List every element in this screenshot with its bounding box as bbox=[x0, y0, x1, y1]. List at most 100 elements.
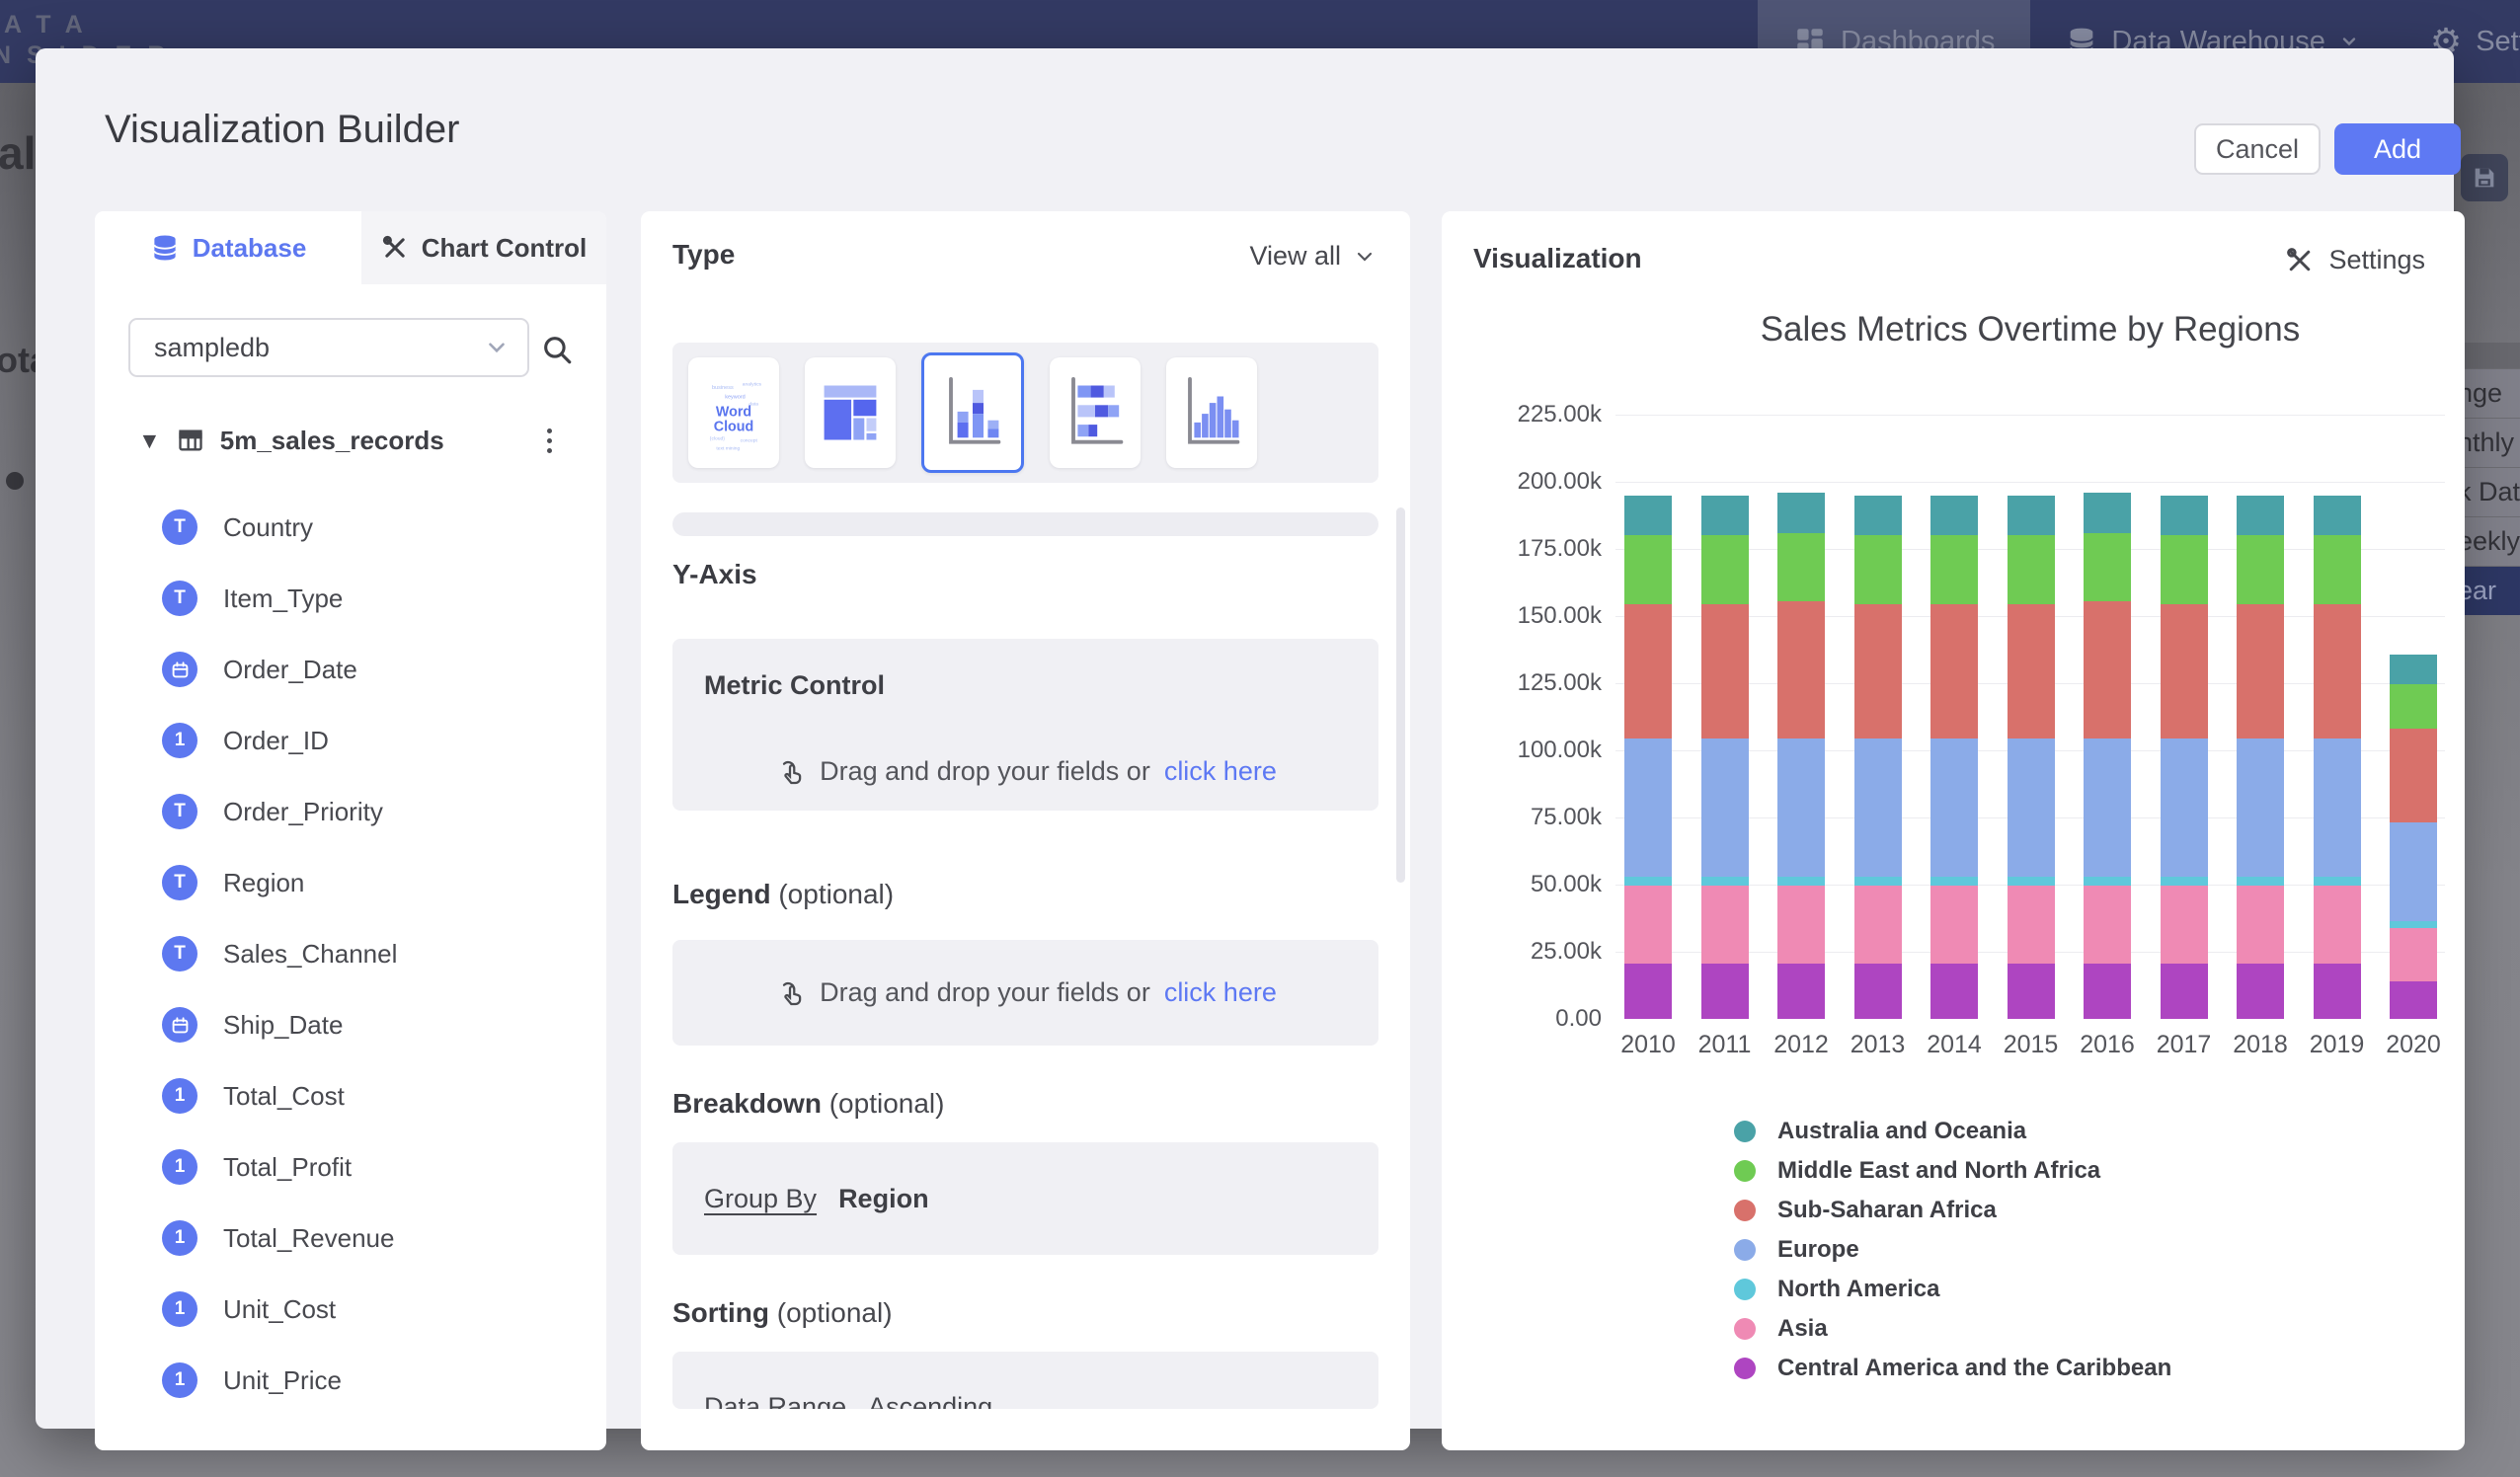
legend-item[interactable]: Australia and Oceania bbox=[1734, 1112, 2171, 1151]
legend-label: Central America and the Caribbean bbox=[1777, 1355, 2171, 1382]
chart-builder-panel: Type View all business analytics keyword… bbox=[641, 211, 1410, 1450]
bar-segment bbox=[2237, 877, 2284, 887]
bar-segment bbox=[2084, 964, 2131, 1019]
table-menu-button[interactable] bbox=[531, 421, 567, 460]
gridline bbox=[1615, 415, 2445, 416]
chart-type-histogram[interactable] bbox=[1166, 357, 1257, 468]
bar-segment bbox=[1701, 604, 1749, 738]
visualization-builder-modal: Visualization Builder Cancel Add Databas… bbox=[36, 48, 2454, 1429]
chart-type-word-cloud[interactable]: business analytics keyword data Word Clo… bbox=[688, 357, 779, 468]
database-select[interactable]: sampledb bbox=[128, 318, 529, 377]
bar-segment bbox=[1624, 877, 1672, 887]
bar-segment bbox=[1624, 535, 1672, 603]
legend-item[interactable]: North America bbox=[1734, 1270, 2171, 1309]
stacked-bar-2020 bbox=[2390, 655, 2437, 1019]
bar-segment bbox=[2008, 738, 2055, 877]
legend-item[interactable]: Sub-Saharan Africa bbox=[1734, 1191, 2171, 1230]
search-button[interactable] bbox=[535, 328, 579, 371]
legend-label: Europe bbox=[1777, 1236, 1859, 1264]
field-item-order_date[interactable]: Order_Date bbox=[95, 634, 606, 705]
sort-order-value: Ascending bbox=[868, 1392, 992, 1410]
cancel-button[interactable]: Cancel bbox=[2194, 123, 2321, 175]
bar-segment bbox=[2390, 655, 2437, 684]
bar-segment bbox=[2161, 964, 2208, 1019]
field-item-item_type[interactable]: TItem_Type bbox=[95, 563, 606, 634]
svg-text:business: business bbox=[712, 385, 734, 391]
field-label: Order_ID bbox=[223, 726, 329, 756]
bar-segment bbox=[2390, 822, 2437, 920]
tab-database[interactable]: Database bbox=[95, 211, 361, 284]
bar-segment bbox=[1854, 877, 1902, 887]
bar-segment bbox=[2390, 921, 2437, 928]
chart-type-stacked-bar[interactable] bbox=[1050, 357, 1141, 468]
field-item-order_id[interactable]: 1Order_ID bbox=[95, 705, 606, 776]
number-field-icon: 1 bbox=[162, 1078, 197, 1114]
settings-button[interactable]: Settings bbox=[2285, 245, 2425, 275]
breakdown-card[interactable]: Group By Region bbox=[672, 1142, 1378, 1255]
legend-label: Middle East and North Africa bbox=[1777, 1157, 2100, 1185]
field-item-sales_channel[interactable]: TSales_Channel bbox=[95, 918, 606, 989]
click-here-link[interactable]: click here bbox=[1164, 756, 1277, 787]
chart-type-treemap[interactable] bbox=[805, 357, 896, 468]
bar-segment bbox=[2008, 886, 2055, 964]
view-all-button[interactable]: View all bbox=[1249, 241, 1377, 272]
svg-text:Word: Word bbox=[716, 404, 751, 420]
x-axis-tick-label: 2019 bbox=[2298, 1031, 2377, 1059]
sorting-card[interactable]: Data Range Ascending bbox=[672, 1352, 1378, 1409]
field-label: Sales_Channel bbox=[223, 939, 397, 970]
stacked-bar-2012 bbox=[1777, 493, 1825, 1019]
legend-label: Australia and Oceania bbox=[1777, 1118, 2026, 1145]
legend-item[interactable]: Central America and the Caribbean bbox=[1734, 1349, 2171, 1388]
stacked-bar-2015 bbox=[2008, 496, 2055, 1019]
field-item-unit_price[interactable]: 1Unit_Price bbox=[95, 1345, 606, 1416]
text-field-icon: T bbox=[162, 865, 197, 900]
bar-segment bbox=[2390, 981, 2437, 1019]
field-item-total_cost[interactable]: 1Total_Cost bbox=[95, 1060, 606, 1131]
bar-segment bbox=[2161, 496, 2208, 536]
bar-segment bbox=[1701, 535, 1749, 603]
bar-segment bbox=[2314, 886, 2361, 964]
background-list-item-label: eekly bbox=[2458, 526, 2520, 557]
tab-chart-control[interactable]: Chart Control bbox=[361, 211, 606, 284]
bar-segment bbox=[2314, 738, 2361, 877]
bar-segment bbox=[2084, 877, 2131, 887]
search-icon bbox=[540, 333, 574, 366]
click-here-link[interactable]: click here bbox=[1164, 977, 1277, 1008]
data-range-link[interactable]: Data Range bbox=[704, 1392, 846, 1410]
bar-segment bbox=[1777, 877, 1825, 887]
chart-type-stacked-column[interactable] bbox=[921, 352, 1024, 473]
stacked-bar-2010 bbox=[1624, 496, 1672, 1019]
field-item-unit_cost[interactable]: 1Unit_Cost bbox=[95, 1274, 606, 1345]
legend-item[interactable]: Asia bbox=[1734, 1309, 2171, 1349]
tab-chart-control-label: Chart Control bbox=[422, 233, 588, 264]
table-tree-row[interactable]: ▼ 5m_sales_records bbox=[95, 415, 606, 466]
builder-scrollbar[interactable] bbox=[1396, 507, 1405, 883]
bar-segment bbox=[1854, 496, 1902, 536]
legend-dot bbox=[1734, 1358, 1756, 1379]
y-axis-tick-label: 200.00k bbox=[1477, 468, 1602, 496]
group-by-link[interactable]: Group By bbox=[704, 1184, 817, 1214]
legend-item[interactable]: Middle East and North Africa bbox=[1734, 1151, 2171, 1191]
legend-dropzone[interactable]: Drag and drop your fields or click here bbox=[672, 940, 1378, 1046]
y-axis-tick-label: 50.00k bbox=[1477, 871, 1602, 898]
caret-down-icon[interactable]: ▼ bbox=[138, 428, 161, 454]
metric-control-dropzone[interactable]: Metric Control Drag and drop your fields… bbox=[672, 639, 1378, 811]
bar-segment bbox=[2237, 604, 2284, 738]
field-item-total_profit[interactable]: 1Total_Profit bbox=[95, 1131, 606, 1203]
bar-segment bbox=[2237, 535, 2284, 603]
field-item-region[interactable]: TRegion bbox=[95, 847, 606, 918]
field-item-ship_date[interactable]: Ship_Date bbox=[95, 989, 606, 1060]
add-button[interactable]: Add bbox=[2334, 123, 2461, 175]
field-item-country[interactable]: TCountry bbox=[95, 492, 606, 563]
field-item-total_revenue[interactable]: 1Total_Revenue bbox=[95, 1203, 606, 1274]
bar-segment bbox=[1777, 964, 1825, 1019]
gallery-scrollbar[interactable] bbox=[672, 512, 1378, 536]
x-axis-tick-label: 2014 bbox=[1915, 1031, 1994, 1059]
number-field-icon: 1 bbox=[162, 1220, 197, 1256]
y-axis-tick-label: 125.00k bbox=[1477, 669, 1602, 697]
field-item-order_priority[interactable]: TOrder_Priority bbox=[95, 776, 606, 847]
save-icon bbox=[2461, 154, 2508, 201]
stacked-bar-2016 bbox=[2084, 493, 2131, 1019]
legend-item[interactable]: Europe bbox=[1734, 1230, 2171, 1270]
bar-segment bbox=[1930, 886, 1978, 964]
